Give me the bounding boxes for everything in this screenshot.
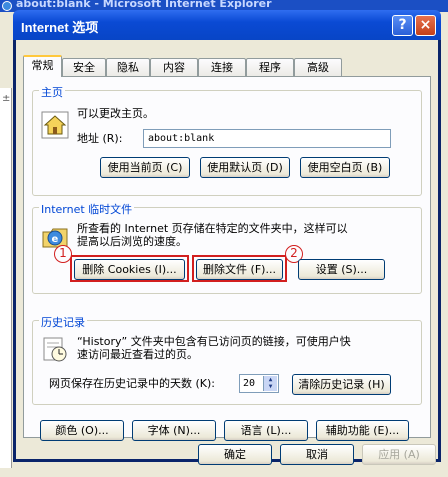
tab-security[interactable]: 安全: [62, 58, 106, 76]
dialog-client-area: 常规 安全 隐私 内容 连接 程序 高级 主页 可以更改主页。 地址 (R): …: [16, 40, 438, 465]
step-badge-1: 1: [54, 245, 72, 263]
colors-button[interactable]: 颜色 (O)...: [40, 420, 124, 441]
general-tab-panel: 主页 可以更改主页。 地址 (R): about:blank 使用当前页 (C)…: [23, 76, 431, 441]
tab-general-label: 常规: [31, 59, 54, 72]
history-description-2: 速访问最近查看过的页。: [77, 348, 198, 361]
help-button[interactable]: ?: [392, 15, 413, 36]
use-default-page-button[interactable]: 使用默认页 (D): [200, 157, 290, 178]
tab-advanced-label: 高级: [307, 61, 329, 74]
background-window-title: about:blank - Microsoft Internet Explore…: [16, 0, 272, 10]
spin-down-icon[interactable]: ▼: [264, 383, 277, 390]
delete-cookies-button[interactable]: 删除 Cookies (I)...: [74, 259, 185, 280]
internet-options-dialog: Internet 选项 ? × 常规 安全 隐私 内容 连接 程序 高级 主页: [13, 10, 441, 465]
use-blank-page-button[interactable]: 使用空白页 (B): [300, 157, 390, 178]
history-group-title: 历史记录: [39, 314, 87, 330]
svg-text:e: e: [52, 234, 59, 245]
tab-content-label: 内容: [163, 61, 185, 74]
tab-content[interactable]: 内容: [150, 58, 198, 76]
history-days-label: 网页保存在历史记录中的天数 (K):: [49, 377, 215, 390]
tab-programs[interactable]: 程序: [246, 58, 294, 76]
delete-files-button[interactable]: 删除文件 (F)...: [196, 259, 283, 280]
close-icon: ×: [419, 17, 432, 33]
spin-up-icon[interactable]: ▲: [264, 376, 277, 383]
address-label: 地址 (R):: [77, 132, 123, 145]
tab-privacy-label: 隐私: [117, 61, 139, 74]
house-icon: [41, 111, 69, 139]
clear-history-button[interactable]: 清除历史记录 (H): [292, 374, 391, 395]
cancel-button[interactable]: 取消: [280, 444, 354, 465]
temp-files-group-title: Internet 临时文件: [39, 201, 135, 217]
tab-general[interactable]: 常规: [23, 55, 62, 77]
temp-files-group: Internet 临时文件 e 所查看的 Internet 页存储在特定的文件夹…: [32, 201, 422, 294]
history-description-1: “History” 文件夹中包含有已访问页的链接，可使用户快: [77, 335, 351, 348]
tab-connections[interactable]: 连接: [198, 58, 246, 76]
days-spinner[interactable]: ▲ ▼: [263, 376, 277, 391]
use-current-page-button[interactable]: 使用当前页 (C): [100, 157, 190, 178]
background-sidebar-mark: ±: [2, 93, 11, 104]
homepage-group-title: 主页: [39, 84, 65, 100]
history-clock-icon: [43, 337, 67, 362]
tab-connections-label: 连接: [211, 61, 233, 74]
accessibility-button[interactable]: 辅助功能 (E)...: [316, 420, 409, 441]
background-window-content: [0, 88, 12, 468]
fonts-button[interactable]: 字体 (N)...: [132, 420, 216, 441]
apply-button[interactable]: 应用 (A): [362, 444, 436, 465]
homepage-description: 可以更改主页。: [77, 107, 154, 120]
ok-button[interactable]: 确定: [198, 444, 272, 465]
history-days-input[interactable]: 20 ▲ ▼: [239, 374, 279, 393]
tab-privacy[interactable]: 隐私: [106, 58, 150, 76]
temp-files-description-2: 提高以后浏览的速度。: [77, 235, 187, 248]
close-button[interactable]: ×: [415, 15, 436, 36]
temp-files-description-1: 所查看的 Internet 页存储在特定的文件夹中，这样可以: [77, 222, 348, 235]
homepage-group: 主页 可以更改主页。 地址 (R): about:blank 使用当前页 (C)…: [32, 84, 422, 196]
help-icon: ?: [398, 17, 407, 33]
tab-security-label: 安全: [73, 61, 95, 74]
dialog-title: Internet 选项: [21, 20, 99, 35]
temp-files-settings-button[interactable]: 设置 (S)...: [298, 259, 385, 280]
tab-programs-label: 程序: [259, 61, 281, 74]
history-days-value: 20: [243, 378, 256, 389]
languages-button[interactable]: 语言 (L)...: [224, 420, 308, 441]
tab-advanced[interactable]: 高级: [294, 58, 342, 76]
homepage-address-input[interactable]: about:blank: [143, 129, 391, 148]
dialog-titlebar[interactable]: Internet 选项 ? ×: [13, 10, 441, 40]
ie-logo-icon: [2, 1, 12, 11]
history-group: 历史记录 “History” 文件夹中包含有已访问页的链接，可使用户快 速访问最…: [32, 314, 422, 405]
